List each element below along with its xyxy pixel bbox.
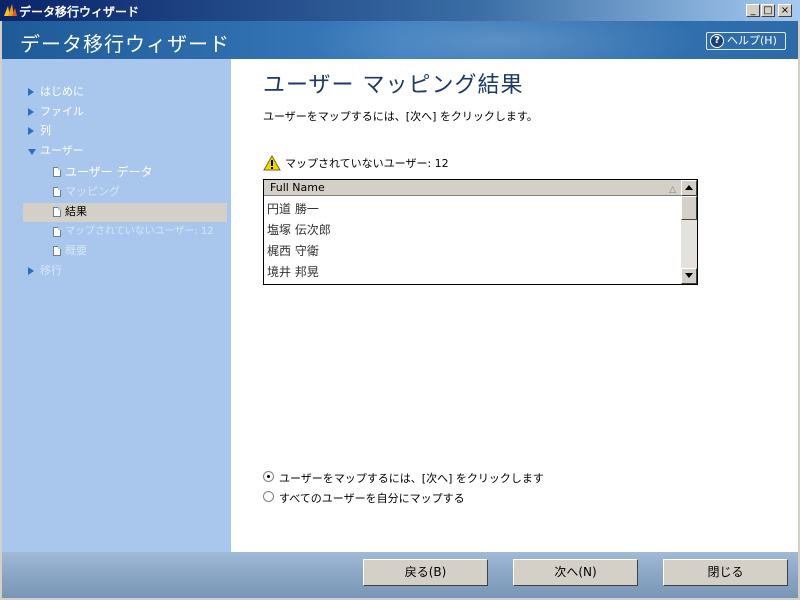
- instruction-text: ユーザーをマップするには、[次へ] をクリックします。: [263, 110, 538, 123]
- radio-circle: [263, 491, 274, 502]
- page-title: ユーザー マッピング結果: [263, 73, 524, 98]
- warning-icon: [263, 155, 281, 171]
- header-sheen: [302, 21, 702, 59]
- wizard-title: データ移行ウィザード: [20, 32, 230, 56]
- sidebar-subitem-label: マップされていないユーザー: 12: [65, 226, 214, 237]
- sidebar-item-label: はじめに: [40, 85, 84, 98]
- sidebar-item-label: 列: [40, 124, 51, 137]
- help-label: ヘルプ(H): [727, 34, 777, 47]
- help-button[interactable]: ? ヘルプ(H): [706, 32, 786, 50]
- collapse-arrow-icon: [28, 149, 36, 155]
- radio-label: ユーザーをマップするには、[次へ] をクリックします: [279, 472, 544, 485]
- main-content: ユーザー マッピング結果 ユーザーをマップするには、[次へ] をクリックします。…: [231, 59, 798, 552]
- minimize-button[interactable]: _: [746, 4, 760, 17]
- page-icon: [53, 246, 61, 256]
- sidebar-subitem-label: ユーザー データ: [65, 165, 153, 179]
- sidebar-subitem-label: 結果: [65, 205, 87, 218]
- page-icon: [53, 187, 61, 197]
- radio-selected-dot: [267, 475, 270, 478]
- next-button[interactable]: 次へ(N): [513, 559, 638, 586]
- list-item[interactable]: 塩塚 伝次郎: [267, 221, 331, 238]
- sidebar-subitem-label: マッピング: [65, 185, 120, 198]
- unmapped-users-list[interactable]: Full Name △ 円道 勝一 塩塚 伝次郎 梶西 守衛 境井 邦晃: [263, 179, 698, 285]
- crm-logo-icon: [4, 4, 17, 16]
- page-icon: [53, 227, 61, 237]
- wizard-footer: 戻る(B) 次へ(N) 閉じる: [2, 552, 798, 598]
- list-item[interactable]: 境井 邦晃: [267, 263, 319, 280]
- page-icon: [53, 207, 61, 217]
- scroll-thumb[interactable]: [681, 196, 697, 220]
- close-window-button[interactable]: ×: [778, 4, 792, 17]
- scroll-up-button[interactable]: [681, 180, 697, 196]
- warning-label: マップされていないユーザー: 12: [285, 157, 449, 170]
- column-header-label: Full Name: [270, 181, 325, 194]
- list-item[interactable]: 梶西 守衛: [267, 242, 319, 259]
- back-button[interactable]: 戻る(B): [363, 559, 488, 586]
- help-icon: ?: [710, 34, 724, 48]
- radio-circle: [263, 471, 274, 482]
- sort-ascending-icon: △: [669, 185, 676, 195]
- arrow-up-icon: [685, 185, 693, 190]
- wizard-header: データ移行ウィザード ? ヘルプ(H): [2, 21, 798, 59]
- radio-label: すべてのユーザーを自分にマップする: [279, 492, 465, 505]
- expand-arrow-icon: [28, 108, 34, 116]
- expand-arrow-icon: [28, 267, 34, 275]
- page-icon: [53, 167, 61, 177]
- window-titlebar: データ移行ウィザード _ □ ×: [0, 0, 800, 21]
- list-item[interactable]: 円道 勝一: [267, 200, 319, 217]
- scroll-down-button[interactable]: [681, 268, 697, 284]
- maximize-button[interactable]: □: [761, 4, 775, 17]
- expand-arrow-icon: [28, 127, 34, 135]
- wizard-steps-sidebar: はじめに ファイル 列 ユーザー ユーザー データ マッピング 結果 マップされ…: [2, 59, 231, 552]
- sidebar-item-label: 移行: [40, 264, 62, 277]
- sidebar-item-label: ファイル: [40, 105, 84, 118]
- sidebar-item-label: ユーザー: [40, 144, 84, 157]
- window-title: データ移行ウィザード: [19, 5, 140, 19]
- sidebar-subitem-label: 概要: [65, 244, 87, 257]
- close-button[interactable]: 閉じる: [663, 559, 788, 586]
- arrow-down-icon: [685, 273, 693, 278]
- list-scrollbar[interactable]: [681, 180, 697, 284]
- column-header-full-name[interactable]: Full Name △: [264, 180, 682, 196]
- expand-arrow-icon: [28, 88, 34, 96]
